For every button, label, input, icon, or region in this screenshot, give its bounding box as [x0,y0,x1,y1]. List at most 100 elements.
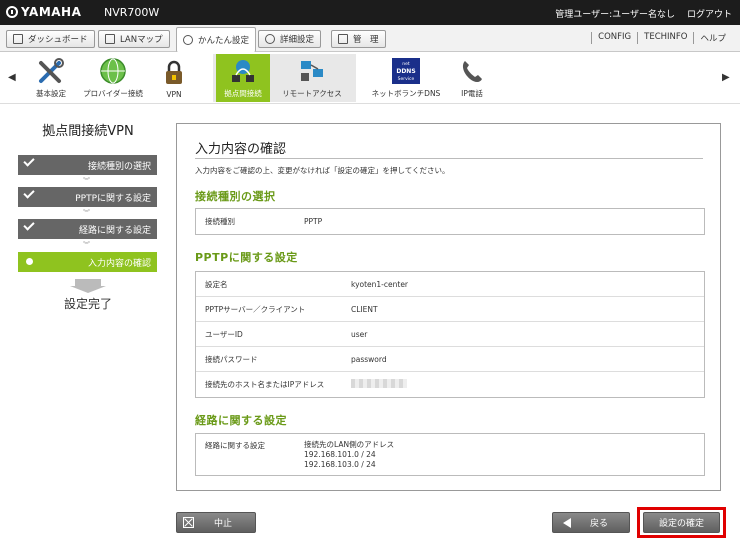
back-button[interactable]: 戻る [552,512,630,533]
wizard-title: 拠点間接続VPN [42,124,134,139]
wizard-step-pptp[interactable]: PPTPに関する設定 [18,187,157,207]
table-row: 接続パスワード password [196,347,704,372]
confirm-highlight-box [637,507,726,538]
nav-remote-label: リモートアクセス [282,89,342,98]
row-key: 経路に関する設定 [205,441,265,450]
wizard-step-type[interactable]: 接続種別の選択 [18,155,157,175]
main-tabs: ダッシュボード LANマップ かんたん設定 詳細設定 管 理 CONFIG TE… [0,25,740,52]
row-key: 設定名 [205,279,228,289]
nav-basic-label: 基本設定 [36,89,66,98]
tab-dashboard[interactable]: ダッシュボード [6,30,95,48]
table-row: 接続種別 PPTP [196,209,704,234]
close-icon [183,517,194,528]
tab-detail-settings[interactable]: 詳細設定 [258,30,322,48]
nav-remote-access[interactable]: リモートアクセス [274,54,350,102]
section-heading-route: 経路に関する設定 [195,414,287,427]
wizard-step-label: PPTPに関する設定 [75,193,151,204]
route-address: 192.168.101.0 / 24 [304,450,376,459]
chevron-down-icon: ︾ [83,177,90,185]
chevron-down-icon: ︾ [83,209,90,217]
nav-netvolante-dns[interactable]: net DDNS Service ネットボランチDNS [366,54,446,102]
remote-access-icon [297,56,327,86]
padlock-icon [159,58,189,88]
row-value: CLIENT [351,304,378,314]
nav-right-arrow-icon[interactable]: ▶ [722,72,730,83]
tab-admin-label: 管 理 [353,35,379,45]
row-key: 接続種別 [205,217,235,226]
tab-easy-label: かんたん設定 [198,36,250,46]
type-table: 接続種別 PPTP [195,208,705,235]
nav-vpn[interactable]: VPN [154,54,194,102]
tuning-fork-icon [6,6,18,18]
dashboard-icon [13,34,23,44]
chevron-down-icon: ︾ [83,241,90,249]
nav-basic-settings[interactable]: 基本設定 [28,54,74,102]
nav-site-to-site[interactable]: 拠点間接続 [216,54,270,102]
gear-icon [265,34,275,44]
help-link[interactable]: ヘルプ [693,32,732,44]
logout-link[interactable]: ログアウト [687,7,732,20]
nav-provider-label: プロバイダー接続 [83,89,143,98]
route-value-title: 接続先のLAN側のアドレス [304,440,395,449]
nav-site-label: 拠点間接続 [224,89,262,98]
ddns-service-icon: net DDNS Service [391,56,421,86]
row-key: PPTPサーバー／クライアント [205,304,306,314]
check-icon [23,187,35,199]
redacted-host-value [351,379,407,390]
config-link[interactable]: CONFIG [591,32,637,44]
back-label: 戻る [589,519,608,529]
row-key: 接続先のホスト名またはIPアドレス [205,380,325,389]
tools-icon [36,56,66,86]
wizard-step-label: 経路に関する設定 [78,225,151,236]
intro-text: 入力内容をご確認の上、変更がなければ「設定の確定」を押してください。 [195,166,450,175]
table-row: ユーザーID user [196,322,704,347]
tab-dashboard-label: ダッシュボード [28,35,88,45]
route-table: 経路に関する設定 接続先のLAN側のアドレス 192.168.101.0 / 2… [195,433,705,476]
check-icon [23,155,35,167]
nav-provider[interactable]: プロバイダー接続 [78,54,148,102]
cancel-button[interactable]: 中止 [176,512,256,533]
ddns-badge-mid: DDNS [396,68,415,75]
route-address: 192.168.103.0 / 24 [304,460,376,469]
lanmap-icon [105,34,115,44]
tab-easy-setup[interactable]: かんたん設定 [176,27,257,52]
table-row: PPTPサーバー／クライアント CLIENT [196,297,704,322]
section-heading-type: 接続種別の選択 [195,190,276,203]
tab-lanmap-label: LANマップ [120,35,163,45]
wrench-icon [338,34,348,44]
section-heading-pptp: PPTPに関する設定 [195,251,298,264]
yamaha-logo: YAMAHA [6,5,81,19]
ddns-badge-top: net [402,61,410,67]
user-label: 管理ユーザー:ユーザー名なし [555,10,675,20]
model-name: NVR700W [104,6,160,19]
title-divider [195,158,703,159]
tab-lanmap[interactable]: LANマップ [98,30,170,48]
tab-detail-label: 詳細設定 [280,35,315,45]
tab-admin[interactable]: 管 理 [331,30,386,48]
check-icon [23,219,35,231]
table-row: 接続先のホスト名またはIPアドレス [196,372,704,397]
wand-icon [183,35,193,45]
wizard-step-label: 接続種別の選択 [87,161,151,172]
table-row: 設定名 kyoten1-center [196,272,704,297]
row-value: user [351,329,368,339]
row-value: PPTP [304,217,323,226]
icon-nav: ◀ 基本設定 プロバイダー接続 VPN 拠点間接続 リモートアクセス net D… [0,52,740,104]
cancel-label: 中止 [213,519,232,529]
nav-vpn-label: VPN [166,90,182,99]
row-value: kyoten1-center [351,279,409,289]
site-connection-icon [228,56,258,86]
nav-ip-phone[interactable]: IP電話 [452,54,492,102]
phone-icon [457,56,487,86]
arrow-down-icon [70,279,106,293]
row-value: password [351,354,387,364]
wizard-complete-label: 設定完了 [63,297,112,311]
confirmation-panel: 入力内容の確認 入力内容をご確認の上、変更がなければ「設定の確定」を押してくださ… [176,123,721,491]
top-bar: YAMAHA NVR700W 管理ユーザー:ユーザー名なし ログアウト [0,0,740,25]
current-step-dot-icon [26,258,33,265]
techinfo-link[interactable]: TECHINFO [637,32,693,44]
wizard-step-route[interactable]: 経路に関する設定 [18,219,157,239]
table-row: 経路に関する設定 接続先のLAN側のアドレス 192.168.101.0 / 2… [196,434,704,470]
nav-ddns-label: ネットボランチDNS [371,89,441,98]
nav-left-arrow-icon[interactable]: ◀ [8,72,16,83]
